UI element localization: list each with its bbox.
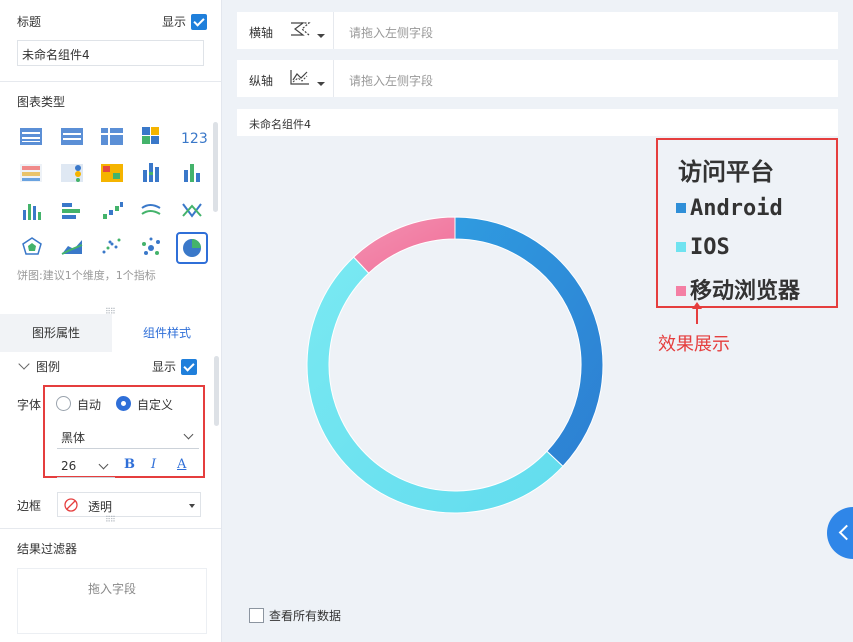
border-value: 透明 bbox=[88, 500, 113, 514]
radar-icon[interactable] bbox=[22, 237, 42, 255]
annotation-arrow bbox=[692, 302, 702, 324]
caret-down-icon bbox=[189, 504, 195, 508]
chart-type-icon-grid: 123 bbox=[20, 127, 208, 264]
chevron-down-icon bbox=[18, 358, 30, 370]
font-family-select[interactable]: 黑体 bbox=[57, 425, 199, 449]
caret-down-icon[interactable] bbox=[317, 34, 325, 38]
view-all-checkbox[interactable] bbox=[249, 608, 264, 623]
legend-swatch bbox=[676, 203, 686, 213]
divider bbox=[333, 60, 334, 97]
view-all-data[interactable]: 查看所有数据 bbox=[249, 607, 341, 624]
number-icon[interactable]: 123 bbox=[181, 131, 208, 147]
no-border-icon bbox=[64, 498, 78, 512]
filter-label: 结果过滤器 bbox=[17, 542, 78, 556]
legend-label: Android bbox=[690, 196, 783, 221]
border-label: 边框 bbox=[17, 499, 42, 513]
divider bbox=[333, 12, 334, 49]
tab-graph-properties[interactable]: 图形属性 bbox=[0, 314, 112, 352]
legend-label: 移动浏览器 bbox=[690, 279, 801, 304]
title-label: 标题 bbox=[17, 15, 42, 29]
legend-item-android[interactable]: Android bbox=[676, 196, 783, 221]
border-select[interactable]: 透明 bbox=[57, 492, 201, 517]
line-chart-icon[interactable] bbox=[141, 204, 161, 215]
font-size-select[interactable]: 26 bbox=[57, 454, 115, 478]
filter-placeholder: 拖入字段 bbox=[87, 582, 136, 596]
x-axis-sort-icon[interactable] bbox=[289, 20, 311, 38]
area-chart-icon[interactable] bbox=[61, 240, 83, 255]
title-show-label: 显示 bbox=[162, 15, 187, 29]
chart-type-scrollbar[interactable] bbox=[213, 122, 218, 212]
legend-title: 访问平台 bbox=[678, 158, 774, 186]
donut-slice-3[interactable] bbox=[352, 216, 456, 274]
legend-show-checkbox[interactable] bbox=[181, 359, 197, 375]
cross-line-icon[interactable] bbox=[182, 203, 202, 218]
font-label: 字体 bbox=[17, 398, 42, 412]
x-axis-label: 横轴 bbox=[249, 26, 274, 40]
font-color-icon[interactable]: A bbox=[177, 457, 186, 472]
y-axis-placeholder: 请拖入左侧字段 bbox=[349, 74, 434, 88]
y-axis-bar[interactable]: 纵轴 请拖入左侧字段 bbox=[237, 60, 838, 97]
component-title-bar: 未命名组件4 bbox=[237, 109, 838, 136]
legend-label: 图例 bbox=[36, 360, 61, 374]
font-size-value: 26 bbox=[61, 459, 77, 473]
font-family-value: 黑体 bbox=[61, 431, 86, 445]
kpi-dots-icon[interactable] bbox=[61, 164, 83, 182]
cross-table-icon[interactable] bbox=[101, 128, 123, 145]
caret-down-icon[interactable] bbox=[317, 82, 325, 86]
x-axis-bar[interactable]: 横轴 请拖入左侧字段 bbox=[237, 12, 838, 49]
horizontal-bar-icon[interactable] bbox=[62, 203, 80, 219]
legend-swatch bbox=[676, 286, 686, 296]
property-tabs: 图形属性 组件样式 bbox=[0, 314, 221, 352]
italic-icon[interactable]: I bbox=[151, 457, 156, 472]
font-custom-radio[interactable] bbox=[116, 396, 131, 411]
bubble-icon[interactable] bbox=[142, 237, 160, 256]
step-icon[interactable] bbox=[103, 202, 123, 219]
legend-item-mobile-browser[interactable]: 移动浏览器 bbox=[676, 273, 800, 305]
grouped-table-icon[interactable] bbox=[61, 128, 83, 145]
stacked-bar-icon[interactable] bbox=[143, 163, 159, 182]
donut-slice-1[interactable] bbox=[454, 216, 604, 468]
effect-label: 效果展示 bbox=[658, 334, 730, 355]
left-settings-panel: 标题 显示 未命名组件4 图表类型 123 饼图:建议1个维度，1个指标 ⠿⠿ … bbox=[0, 0, 222, 642]
font-auto-label: 自动 bbox=[77, 398, 102, 412]
donut-slice-2[interactable] bbox=[306, 256, 564, 514]
divider bbox=[0, 528, 221, 529]
legend-show-label: 显示 bbox=[152, 360, 177, 374]
chart-type-label: 图表类型 bbox=[17, 95, 66, 109]
x-axis-placeholder: 请拖入左侧字段 bbox=[349, 26, 434, 40]
y-axis-label: 纵轴 bbox=[249, 74, 274, 88]
y-axis-line-icon[interactable] bbox=[289, 68, 311, 86]
legend-item-ios[interactable]: IOS bbox=[676, 235, 730, 260]
divider bbox=[0, 81, 221, 82]
pie-chart-icon[interactable] bbox=[176, 232, 208, 264]
legend-section-header[interactable]: 图例 bbox=[17, 358, 60, 375]
filter-drop-zone[interactable]: 拖入字段 bbox=[17, 568, 207, 634]
chart-legend: 访问平台 Android IOS 移动浏览器 bbox=[656, 138, 838, 308]
color-block-icon[interactable] bbox=[142, 127, 159, 144]
tab-component-style[interactable]: 组件样式 bbox=[112, 314, 221, 352]
style-scrollbar[interactable] bbox=[214, 356, 219, 426]
component-title: 未命名组件4 bbox=[249, 118, 311, 131]
chart-hint: 饼图:建议1个维度，1个指标 bbox=[17, 269, 156, 282]
title-show-checkbox[interactable] bbox=[191, 14, 207, 30]
legend-label: IOS bbox=[690, 235, 730, 260]
font-custom-label: 自定义 bbox=[137, 398, 174, 412]
bold-icon[interactable]: B bbox=[124, 457, 135, 472]
component-name-input[interactable]: 未命名组件4 bbox=[17, 40, 204, 66]
legend-swatch bbox=[676, 242, 686, 252]
view-all-label: 查看所有数据 bbox=[269, 609, 342, 623]
heatmap-icon[interactable] bbox=[101, 164, 123, 182]
chevron-down-icon bbox=[98, 459, 109, 470]
chevron-down-icon bbox=[183, 429, 194, 440]
resize-handle[interactable]: ⠿⠿ bbox=[105, 516, 116, 524]
kpi-list-icon[interactable] bbox=[20, 164, 42, 182]
font-auto-radio[interactable] bbox=[56, 396, 71, 411]
column-chart-icon[interactable] bbox=[23, 204, 41, 220]
scatter-icon[interactable] bbox=[102, 238, 121, 254]
table-icon[interactable] bbox=[20, 128, 42, 145]
bar-chart-icon[interactable] bbox=[184, 164, 200, 182]
